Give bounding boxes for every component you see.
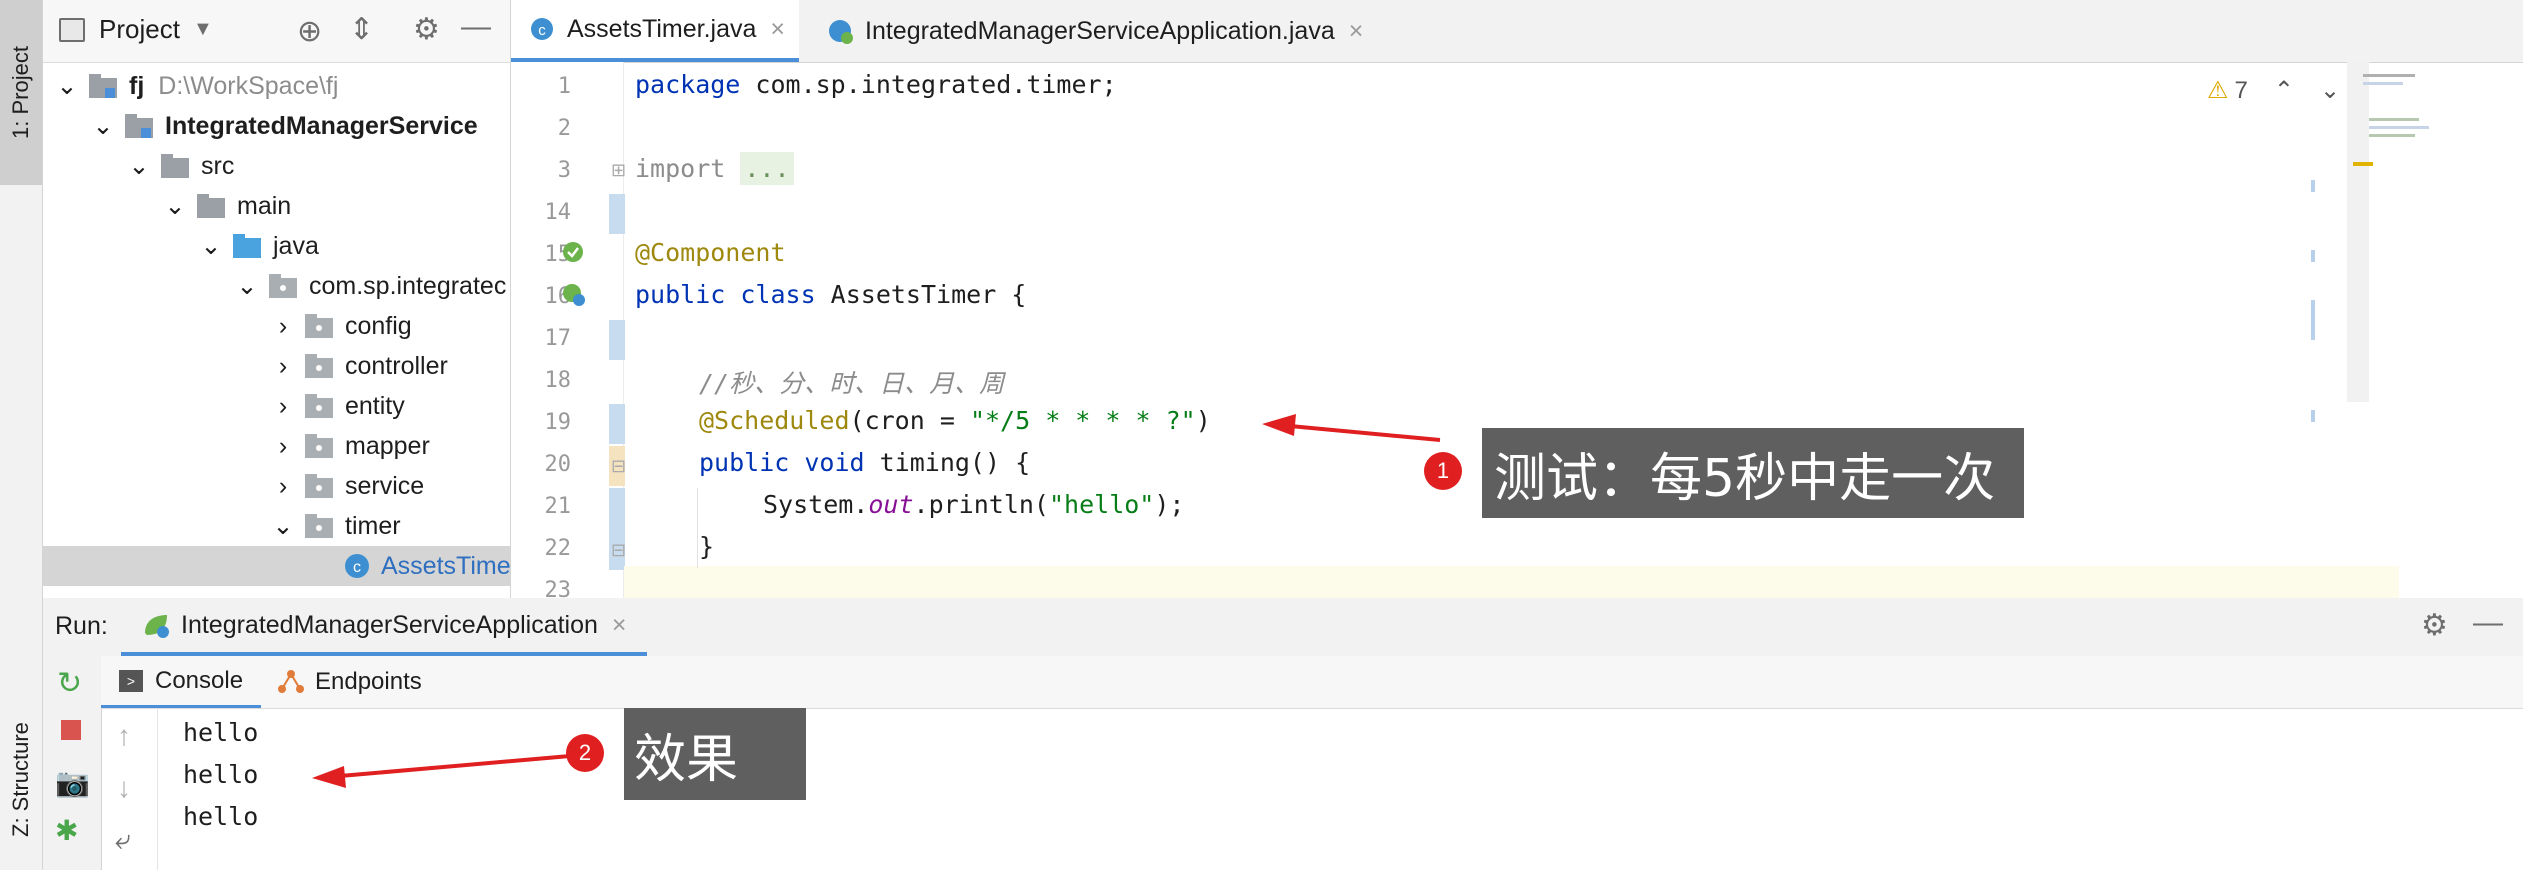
callout-badge-1: 1 bbox=[1424, 452, 1462, 490]
annotation-arrows bbox=[312, 414, 1441, 788]
annotation-arrowhead-2 bbox=[312, 766, 346, 788]
callout-text: 测试：每5秒中走一次 bbox=[1494, 448, 1996, 509]
callout-2: 效果 bbox=[624, 708, 806, 800]
callout-text: 效果 bbox=[634, 729, 739, 790]
annotation-arrow-2 bbox=[339, 754, 571, 778]
annotation-arrow-1 bbox=[1289, 424, 1441, 442]
callout-1: 测试：每5秒中走一次 bbox=[1482, 428, 2024, 518]
callout-badge-2: 2 bbox=[566, 734, 604, 772]
annotation-arrowhead-1 bbox=[1262, 414, 1296, 436]
